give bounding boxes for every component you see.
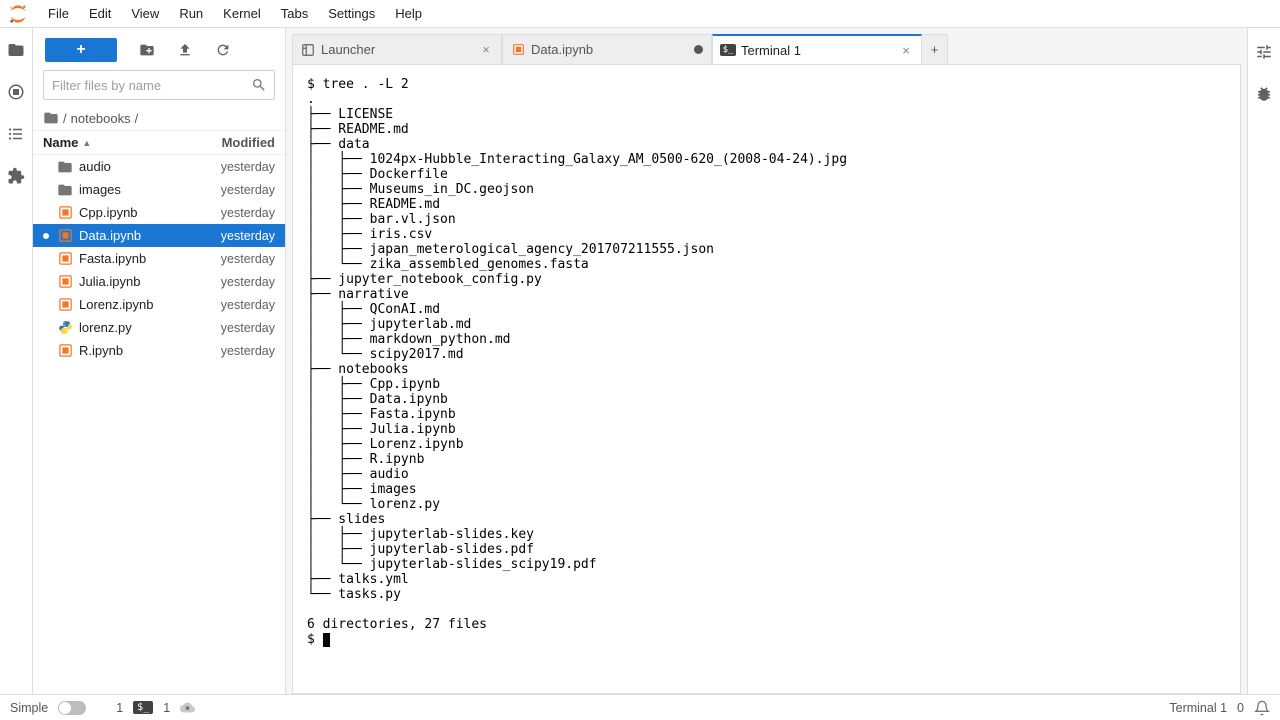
crumb-folder[interactable]: notebooks xyxy=(71,111,131,126)
terminal-output[interactable]: $ tree . -L 2 . ├── LICENSE ├── README.m… xyxy=(292,64,1241,694)
tab-launcher[interactable]: Launcher × xyxy=(292,34,502,64)
crumb-root[interactable]: / xyxy=(63,111,67,126)
file-name: Fasta.ipynb xyxy=(79,251,215,266)
file-modified: yesterday xyxy=(221,252,275,266)
menu-help[interactable]: Help xyxy=(385,2,432,25)
debugger-icon[interactable] xyxy=(1254,84,1274,104)
file-modified: yesterday xyxy=(221,275,275,289)
terminal-icon: $_ xyxy=(721,43,735,57)
file-row[interactable]: audio yesterday xyxy=(33,155,285,178)
right-activity-bar xyxy=(1247,28,1280,694)
property-inspector-icon[interactable] xyxy=(1254,42,1274,62)
notebook-icon xyxy=(57,274,73,290)
file-name: audio xyxy=(79,159,215,174)
running-icon[interactable] xyxy=(6,82,26,102)
main-area: Launcher × Data.ipynb $_ Terminal 1 × + $ tree… xyxy=(286,28,1247,694)
file-list-header: Name ▲ Modified xyxy=(33,130,285,155)
modified-column[interactable]: Modified xyxy=(222,135,275,150)
folder-icon[interactable] xyxy=(43,110,59,126)
tab-label: Launcher xyxy=(321,42,375,57)
file-modified: yesterday xyxy=(221,229,275,243)
tab-label: Data.ipynb xyxy=(531,42,593,57)
close-tab-icon[interactable]: × xyxy=(479,42,493,57)
file-row[interactable]: Fasta.ipynb yesterday xyxy=(33,247,285,270)
notebook-icon xyxy=(57,228,73,244)
notebook-icon xyxy=(57,343,73,359)
terminal-cursor xyxy=(323,633,330,647)
python-icon xyxy=(57,320,73,336)
file-row[interactable]: Cpp.ipynb yesterday xyxy=(33,201,285,224)
simple-toggle[interactable] xyxy=(58,701,86,715)
file-modified: yesterday xyxy=(221,206,275,220)
extensions-icon[interactable] xyxy=(6,166,26,186)
status-right-count[interactable]: 0 xyxy=(1237,701,1244,715)
menu-run[interactable]: Run xyxy=(169,2,213,25)
file-row[interactable]: Julia.ipynb yesterday xyxy=(33,270,285,293)
file-name: Lorenz.ipynb xyxy=(79,297,215,312)
file-row[interactable]: images yesterday xyxy=(33,178,285,201)
add-tab-button[interactable]: + xyxy=(922,34,948,64)
breadcrumb: / notebooks / xyxy=(33,106,285,130)
status-bar: Simple 1 $_ 1 Terminal 1 0 xyxy=(0,694,1280,720)
notebook-icon xyxy=(57,297,73,313)
filter-files-input[interactable] xyxy=(43,70,275,100)
sort-asc-icon: ▲ xyxy=(82,138,91,148)
file-modified: yesterday xyxy=(221,344,275,358)
menu-file[interactable]: File xyxy=(38,2,79,25)
bell-icon[interactable] xyxy=(1254,700,1270,716)
close-tab-icon[interactable]: × xyxy=(899,43,913,58)
notebook-icon xyxy=(57,251,73,267)
file-row[interactable]: Lorenz.ipynb yesterday xyxy=(33,293,285,316)
file-name: Cpp.ipynb xyxy=(79,205,215,220)
status-count-2[interactable]: 1 xyxy=(163,701,170,715)
file-list: audio yesterday images yesterday Cpp.ipynb ye… xyxy=(33,155,285,694)
tab-data-ipynb[interactable]: Data.ipynb xyxy=(502,34,712,64)
upload-icon[interactable] xyxy=(177,42,193,58)
file-row[interactable]: lorenz.py yesterday xyxy=(33,316,285,339)
tab-label: Terminal 1 xyxy=(741,43,801,58)
file-row[interactable]: R.ipynb yesterday xyxy=(33,339,285,362)
folder-icon xyxy=(57,159,73,175)
refresh-icon[interactable] xyxy=(215,42,231,58)
dirty-indicator-icon xyxy=(694,45,703,54)
status-count-1[interactable]: 1 xyxy=(116,701,123,715)
menubar: FileEditViewRunKernelTabsSettingsHelp xyxy=(0,0,1280,28)
filebrowser-icon[interactable] xyxy=(6,40,26,60)
left-activity-bar xyxy=(0,28,33,694)
tab-bar: Launcher × Data.ipynb $_ Terminal 1 × + xyxy=(292,34,1241,64)
file-modified: yesterday xyxy=(221,183,275,197)
search-icon xyxy=(251,77,267,93)
new-folder-icon[interactable] xyxy=(139,42,155,58)
file-modified: yesterday xyxy=(221,160,275,174)
file-browser: + / notebooks / Name ▲ Modified audio yes… xyxy=(33,28,286,694)
menu-tabs[interactable]: Tabs xyxy=(271,2,318,25)
menu-settings[interactable]: Settings xyxy=(318,2,385,25)
file-row[interactable]: Data.ipynb yesterday xyxy=(33,224,285,247)
new-launcher-button[interactable]: + xyxy=(45,38,117,62)
menu-kernel[interactable]: Kernel xyxy=(213,2,271,25)
status-terminal-label[interactable]: Terminal 1 xyxy=(1169,701,1227,715)
terminal-status-icon[interactable]: $_ xyxy=(133,701,153,714)
launcher-icon xyxy=(301,43,315,57)
file-name: Data.ipynb xyxy=(79,228,215,243)
crumb-sep: / xyxy=(135,111,139,126)
menu-edit[interactable]: Edit xyxy=(79,2,121,25)
notebook-icon xyxy=(511,43,525,57)
tab-terminal-1[interactable]: $_ Terminal 1 × xyxy=(712,34,922,64)
running-dot-icon xyxy=(43,233,49,239)
toc-icon[interactable] xyxy=(6,124,26,144)
file-name: images xyxy=(79,182,215,197)
file-modified: yesterday xyxy=(221,321,275,335)
kernel-status-icon[interactable] xyxy=(180,700,195,715)
file-name: lorenz.py xyxy=(79,320,215,335)
file-modified: yesterday xyxy=(221,298,275,312)
name-column[interactable]: Name ▲ xyxy=(43,135,222,150)
jupyter-logo xyxy=(8,4,28,24)
notebook-icon xyxy=(57,205,73,221)
folder-icon xyxy=(57,182,73,198)
simple-label: Simple xyxy=(10,701,48,715)
file-name: R.ipynb xyxy=(79,343,215,358)
menu-view[interactable]: View xyxy=(121,2,169,25)
file-name: Julia.ipynb xyxy=(79,274,215,289)
